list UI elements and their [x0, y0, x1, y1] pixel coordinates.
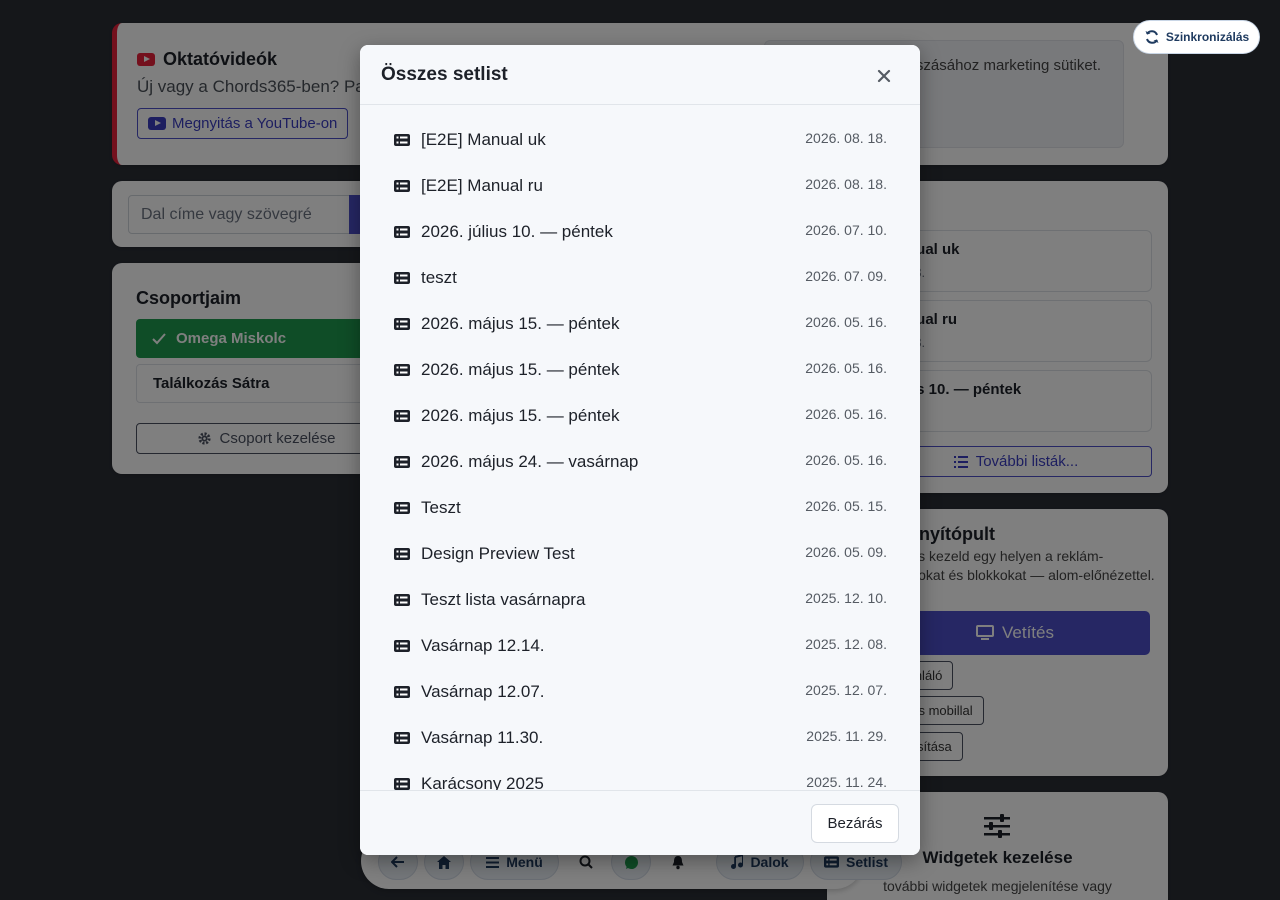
setlist-row[interactable]: Design Preview Test 2026. 05. 09.	[394, 536, 888, 576]
setlist-row[interactable]: Vasárnap 11.30. 2025. 11. 29.	[394, 720, 888, 760]
list-card-icon	[394, 778, 410, 790]
setlist-list[interactable]: [E2E] Manual uk 2026. 08. 18. [E2E] Manu…	[360, 106, 920, 790]
setlist-row-date: 2025. 11. 24.	[806, 774, 887, 790]
sync-button[interactable]: Szinkronizálás	[1133, 20, 1260, 54]
list-card-icon	[394, 272, 410, 284]
setlist-row[interactable]: [E2E] Manual uk 2026. 08. 18.	[394, 122, 888, 162]
list-card-icon	[394, 134, 410, 146]
setlist-row-name: teszt	[421, 268, 457, 287]
sync-icon	[1145, 30, 1159, 44]
list-card-icon	[394, 686, 410, 698]
setlist-row-name: Vasárnap 12.07.	[421, 682, 545, 701]
setlist-row-name: 2026. július 10. — péntek	[421, 222, 613, 241]
setlist-row-date: 2026. 05. 16.	[805, 406, 887, 422]
setlist-row[interactable]: Vasárnap 12.14. 2025. 12. 08.	[394, 628, 888, 668]
setlist-row-name: Vasárnap 11.30.	[421, 728, 544, 747]
setlist-row-date: 2026. 05. 16.	[805, 452, 887, 468]
setlist-row-date: 2026. 05. 16.	[805, 360, 887, 376]
setlist-row[interactable]: [E2E] Manual ru 2026. 08. 18.	[394, 168, 888, 208]
setlist-row-name: Design Preview Test	[421, 544, 575, 563]
setlist-row-date: 2026. 05. 15.	[805, 498, 887, 514]
list-card-icon	[394, 548, 410, 560]
setlist-row[interactable]: Karácsony 2025 2025. 11. 24.	[394, 766, 888, 790]
setlist-row-date: 2025. 12. 10.	[805, 590, 887, 606]
setlist-row-date: 2026. 05. 09.	[805, 544, 887, 560]
setlist-row-name: Teszt lista vasárnapra	[421, 590, 586, 609]
modal-footer: Bezárás	[360, 790, 920, 855]
setlist-row-name: [E2E] Manual uk	[421, 130, 546, 149]
list-card-icon	[394, 410, 410, 422]
setlist-row-date: 2026. 08. 18.	[805, 130, 887, 146]
setlist-row-name: 2026. május 15. — péntek	[421, 360, 620, 379]
setlist-row-date: 2026. 07. 10.	[805, 222, 887, 238]
setlist-row-name: [E2E] Manual ru	[421, 176, 543, 195]
list-card-icon	[394, 456, 410, 468]
sync-label: Szinkronizálás	[1165, 30, 1250, 44]
setlist-row-name: 2026. május 24. — vasárnap	[421, 452, 639, 471]
list-card-icon	[394, 732, 410, 744]
setlist-row-name: 2026. május 15. — péntek	[421, 314, 620, 333]
all-setlists-modal: Összes setlist [E2E] Manual uk 2026. 08.…	[360, 45, 920, 855]
setlist-row-date: 2026. 08. 18.	[805, 176, 887, 192]
setlist-row-date: 2025. 11. 29.	[806, 728, 887, 744]
setlist-row-name: Vasárnap 12.14.	[421, 636, 545, 655]
setlist-row[interactable]: Vasárnap 12.07. 2025. 12. 07.	[394, 674, 888, 714]
setlist-row-date: 2026. 05. 16.	[805, 314, 887, 330]
setlist-row[interactable]: 2026. július 10. — péntek 2026. 07. 10.	[394, 214, 888, 254]
list-card-icon	[394, 594, 410, 606]
setlist-row[interactable]: Teszt lista vasárnapra 2025. 12. 10.	[394, 582, 888, 622]
close-button[interactable]: Bezárás	[811, 804, 899, 843]
close-icon[interactable]	[872, 66, 896, 86]
setlist-row-name: 2026. május 15. — péntek	[421, 406, 620, 425]
setlist-row-date: 2026. 07. 09.	[805, 268, 887, 284]
setlist-row-date: 2025. 12. 08.	[805, 636, 887, 652]
modal-header: Összes setlist	[360, 45, 920, 105]
setlist-row-name: Teszt	[421, 498, 461, 517]
list-card-icon	[394, 640, 410, 652]
list-card-icon	[394, 180, 410, 192]
setlist-row[interactable]: 2026. május 15. — péntek 2026. 05. 16.	[394, 398, 888, 438]
setlist-row[interactable]: 2026. május 15. — péntek 2026. 05. 16.	[394, 352, 888, 392]
close-icon-glyph	[877, 69, 891, 83]
modal-title: Összes setlist	[381, 64, 508, 85]
list-card-icon	[394, 318, 410, 330]
list-card-icon	[394, 502, 410, 514]
setlist-row-date: 2025. 12. 07.	[805, 682, 887, 698]
setlist-row[interactable]: 2026. május 24. — vasárnap 2026. 05. 16.	[394, 444, 888, 484]
list-card-icon	[394, 364, 410, 376]
setlist-row[interactable]: teszt 2026. 07. 09.	[394, 260, 888, 300]
list-card-icon	[394, 226, 410, 238]
setlist-row-name: Karácsony 2025	[421, 774, 544, 790]
setlist-row[interactable]: Teszt 2026. 05. 15.	[394, 490, 888, 530]
setlist-row[interactable]: 2026. május 15. — péntek 2026. 05. 16.	[394, 306, 888, 346]
